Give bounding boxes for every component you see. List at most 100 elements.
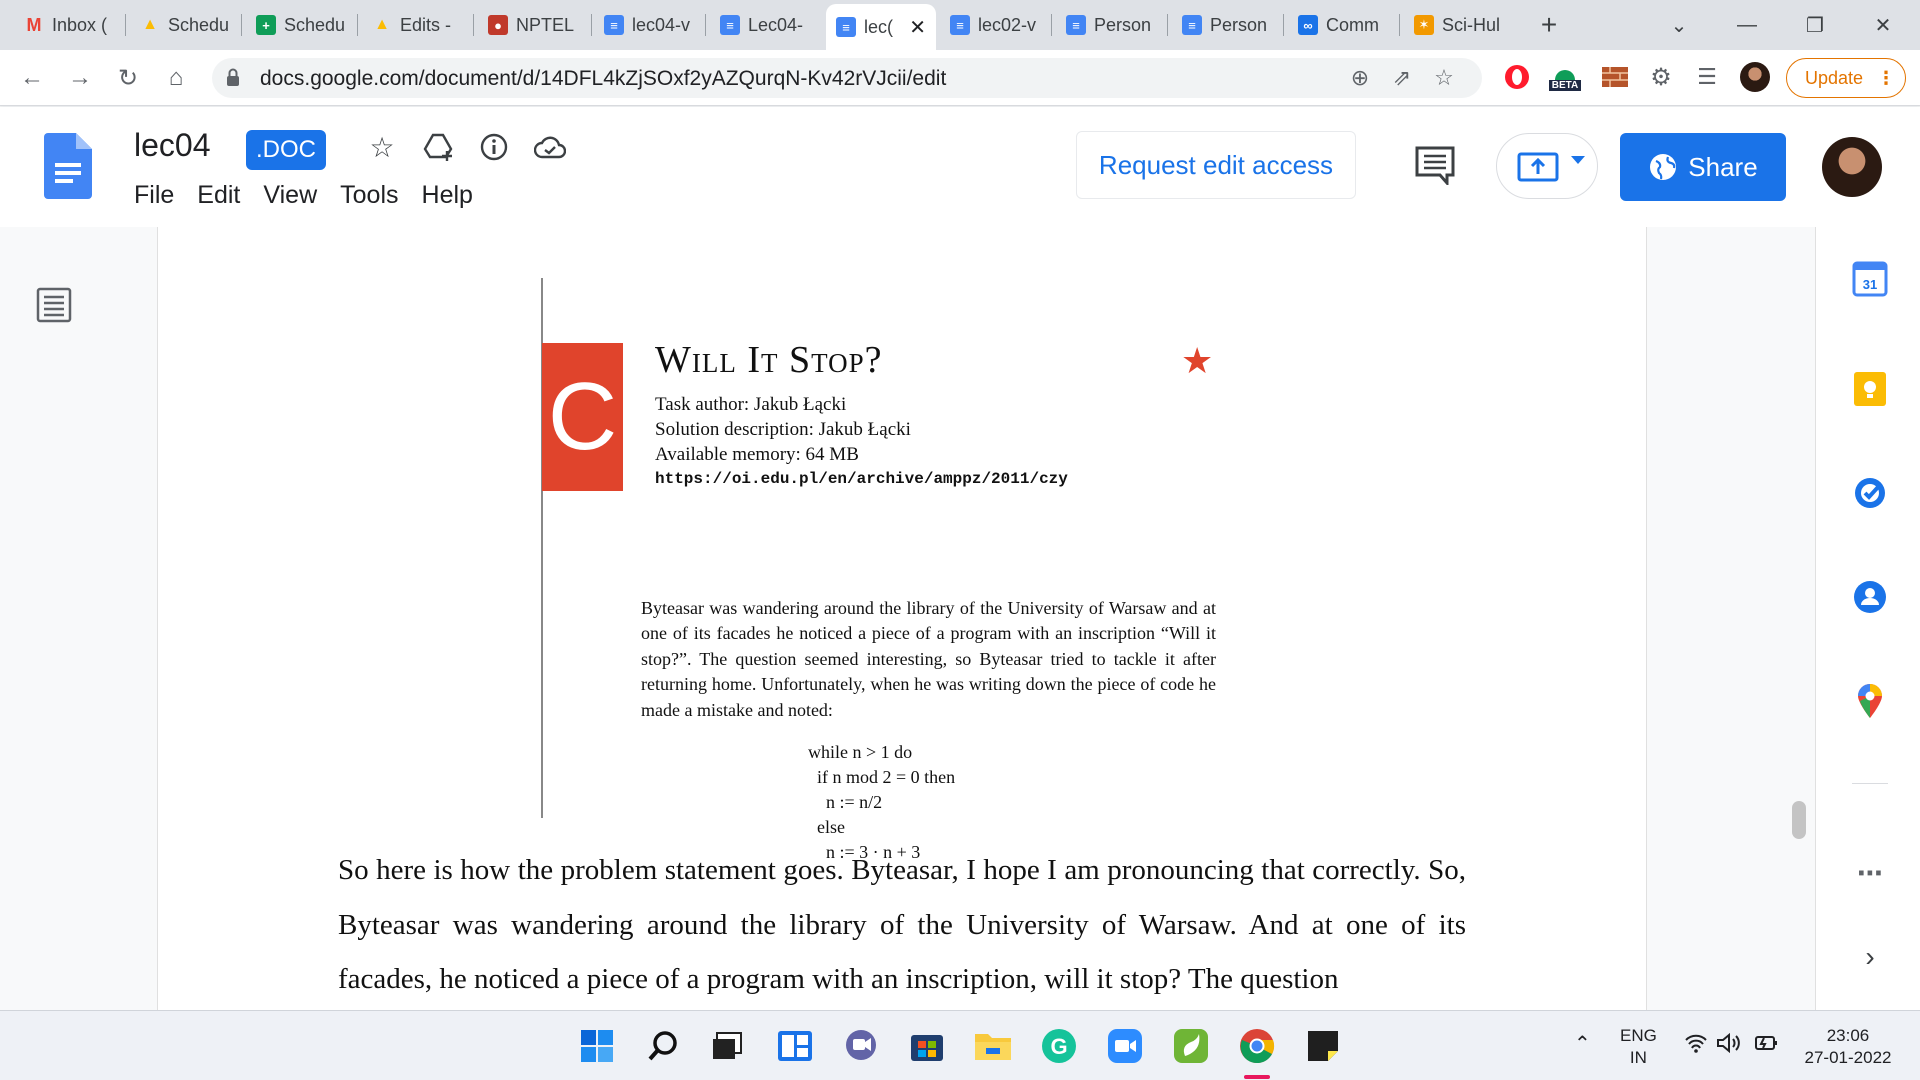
browser-tab[interactable]: ∞ Comm [1288,6,1396,44]
menu-edit[interactable]: Edit [197,181,251,210]
tasks-icon[interactable] [1852,475,1888,511]
restore-icon[interactable]: ❐ [1790,6,1840,44]
tab-search-chevron-icon[interactable]: ⌄ [1654,6,1704,44]
zoom-app-icon[interactable] [1106,1027,1144,1065]
chevron-right-icon[interactable]: › [1852,939,1888,975]
side-panel-divider [1852,783,1888,784]
browser-tab[interactable]: + Schedu [246,6,354,44]
docs-icon: ≡ [836,17,856,37]
more-horizontal-icon[interactable]: ⋯ [1852,855,1888,891]
clock[interactable]: 23:06 27-01-2022 [1800,1025,1896,1069]
beta-ext-icon[interactable]: BETA [1548,62,1582,92]
menu-view[interactable]: View [263,181,328,210]
teams-chat-icon[interactable] [842,1027,880,1065]
browser-toolbar: ← → ↻ ⌂ docs.google.com/document/d/14DFL… [0,50,1920,106]
menu-help[interactable]: Help [422,181,484,210]
close-tab-icon[interactable]: ✕ [909,15,926,40]
zoom-icon[interactable]: ⊕ [1348,65,1372,90]
brick-ext-icon[interactable] [1600,62,1630,92]
clock-date: 27-01-2022 [1804,1048,1892,1067]
task-view-icon[interactable] [708,1027,746,1065]
menu-file[interactable]: File [134,181,185,210]
grammarly-icon[interactable]: G [1040,1027,1078,1065]
browser-tab[interactable]: ▲ Edits - [362,6,470,44]
docs-icon: ≡ [1182,15,1202,35]
back-icon[interactable]: ← [16,62,48,94]
windows-start-icon[interactable] [578,1027,616,1065]
tab-separator [241,14,242,36]
browser-tab[interactable]: ✶ Sci-Hul [1404,6,1512,44]
search-icon[interactable] [644,1027,682,1065]
browser-tab[interactable]: ● NPTEL [478,6,588,44]
opera-ext-icon[interactable] [1502,62,1532,92]
present-button[interactable] [1496,133,1598,199]
battery-icon[interactable] [1754,1033,1780,1059]
sticky-notes-icon[interactable] [1304,1027,1342,1065]
request-edit-access-button[interactable]: Request edit access [1076,131,1356,199]
side-panel: 31 ⋯ › [1815,227,1920,1010]
share-page-icon[interactable]: ⇗ [1390,65,1414,90]
widgets-icon[interactable] [776,1027,814,1065]
profile-avatar-small[interactable] [1740,62,1770,92]
document-outline-icon[interactable] [36,287,72,323]
account-avatar[interactable] [1822,137,1882,197]
tab-separator [705,14,706,36]
minimize-icon[interactable]: — [1722,6,1772,44]
problem-meta: Task author: Jakub Łącki Solution descri… [655,392,1068,492]
media-icon[interactable]: ☰ [1692,62,1722,92]
share-button[interactable]: Share [1620,133,1786,201]
calendar-icon[interactable]: 31 [1852,261,1888,297]
tab-title: Lec04- [748,14,804,35]
vertical-scrollbar[interactable] [1792,801,1806,839]
browser-tab[interactable]: M Inbox ( [14,6,122,44]
cloud-status-icon[interactable] [534,131,566,163]
home-icon[interactable]: ⌂ [160,62,192,94]
browser-tab[interactable]: ≡ Lec04- [710,6,818,44]
forward-icon[interactable]: → [64,62,96,94]
file-explorer-icon[interactable] [974,1027,1012,1065]
chrome-icon[interactable] [1238,1027,1276,1065]
chevron-up-icon[interactable]: ⌃ [1574,1033,1591,1055]
present-to-meeting-icon [1517,152,1559,182]
menu-tools[interactable]: Tools [340,181,409,210]
svg-text:G: G [1050,1034,1067,1059]
reload-icon[interactable]: ↻ [112,62,144,94]
info-icon[interactable] [478,131,510,163]
browser-tab[interactable]: ▲ Schedu [130,6,238,44]
tab-title: Sci-Hul [1442,14,1501,35]
browser-tab[interactable]: ≡ Person [1056,6,1164,44]
wifi-icon[interactable] [1684,1033,1708,1059]
comments-icon[interactable] [1414,145,1456,185]
contacts-icon[interactable] [1852,579,1888,615]
solution-author: Solution description: Jakub Łącki [655,419,911,440]
language-indicator[interactable]: ENG IN [1620,1025,1657,1069]
share-label: Share [1688,151,1758,182]
code-line: while n > 1 do [808,742,913,762]
extensions-icon[interactable]: ⚙ [1646,62,1676,92]
move-to-drive-icon[interactable] [422,131,454,163]
keep-icon[interactable] [1852,371,1888,407]
chevron-down-icon [1571,156,1585,164]
browser-tab[interactable]: ≡ Person [1172,6,1280,44]
task-author: Task author: Jakub Łącki [655,394,847,415]
store-icon[interactable] [908,1027,946,1065]
evernote-icon[interactable] [1172,1027,1210,1065]
maps-icon[interactable] [1852,683,1888,719]
address-bar[interactable]: docs.google.com/document/d/14DFL4kZjSOxf… [212,58,1482,98]
browser-tab[interactable]: ≡ lec02-v [940,6,1048,44]
update-button[interactable]: Update ⋮ [1786,58,1906,98]
browser-tab[interactable]: ≡ lec( ✕ [826,4,936,50]
region-code: IN [1629,1048,1647,1067]
tab-title: Schedu [168,14,228,35]
new-tab-icon[interactable]: + [1524,6,1574,44]
beta-label: BETA [1548,79,1582,91]
browser-tab[interactable]: ≡ lec04-v [594,6,702,44]
bookmark-star-icon[interactable]: ☆ [1432,65,1456,90]
docs-logo-icon[interactable] [44,133,92,199]
close-window-icon[interactable]: ✕ [1858,6,1908,44]
volume-icon[interactable] [1716,1032,1742,1059]
update-label: Update [1805,67,1864,88]
document-title[interactable]: lec04 [134,127,211,164]
star-icon[interactable]: ☆ [366,131,398,163]
tab-title: lec( [864,16,894,37]
